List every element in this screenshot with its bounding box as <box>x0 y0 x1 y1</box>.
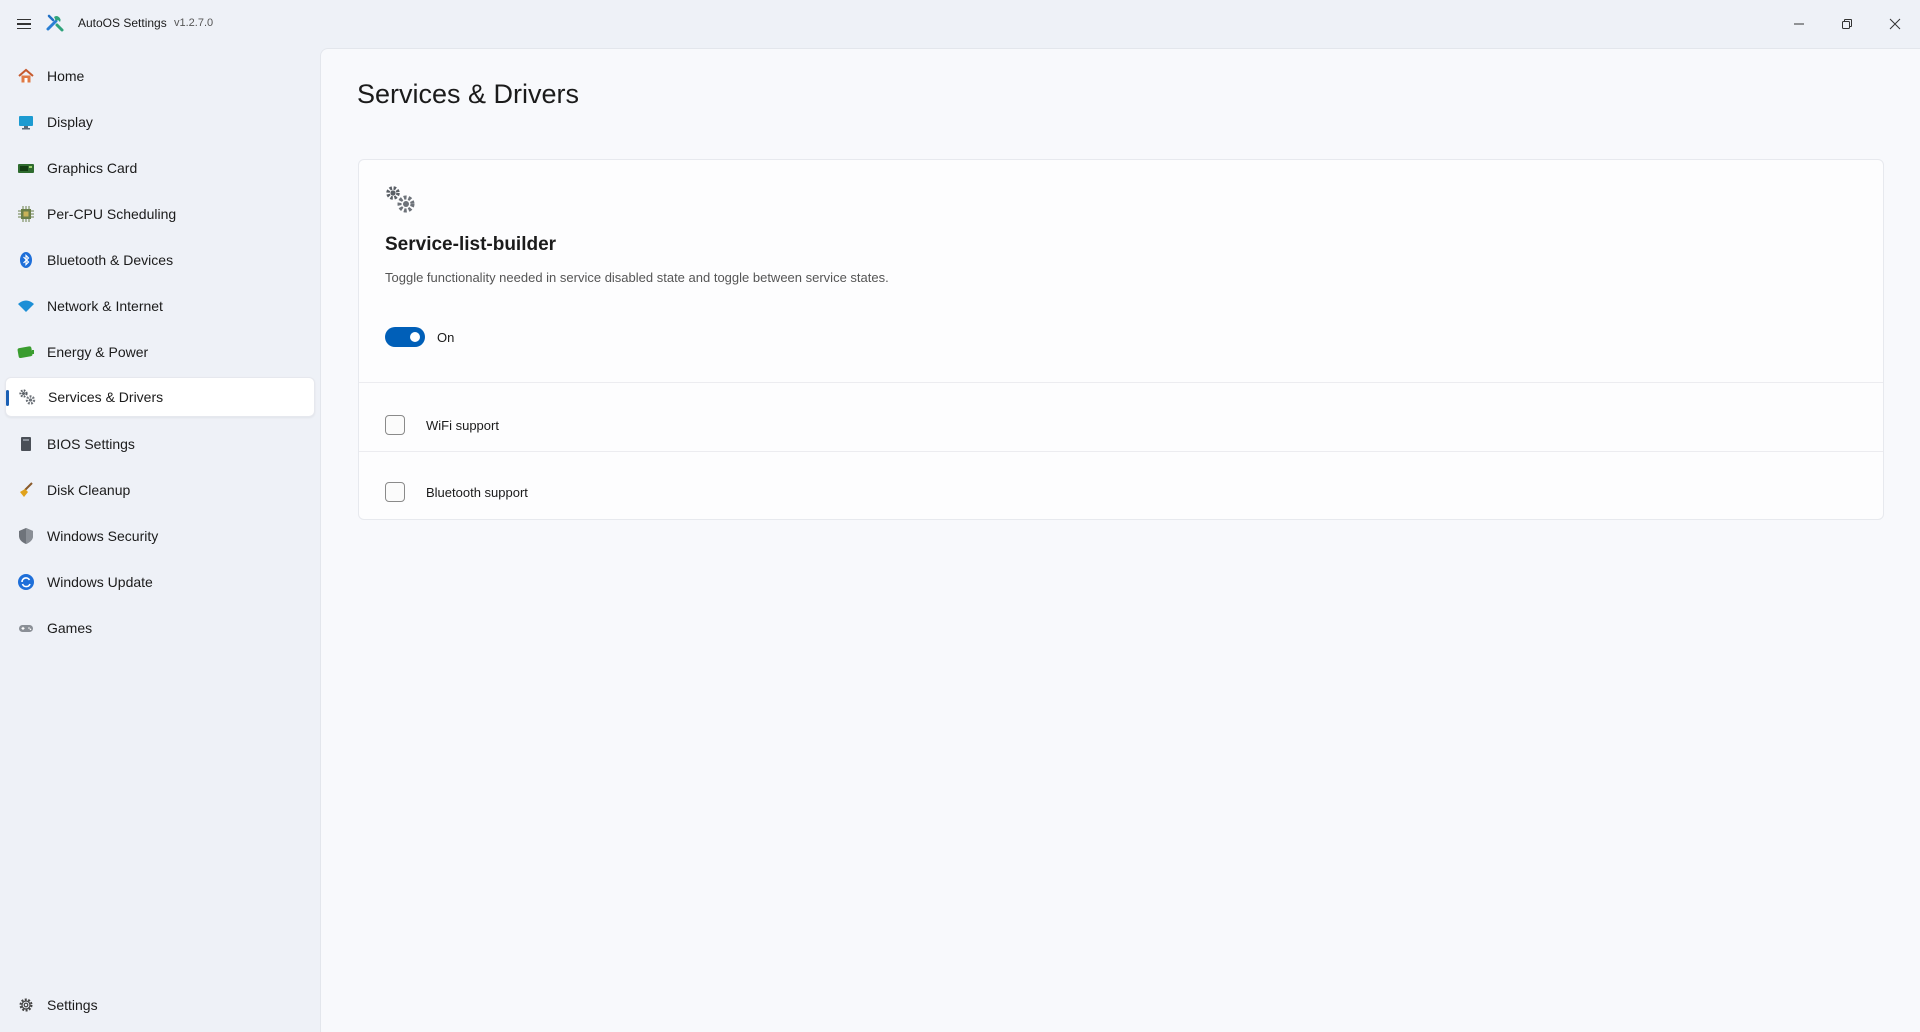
gears-icon <box>386 186 415 213</box>
sidebar-item-label: Network & Internet <box>47 298 163 314</box>
sidebar-item-energy-power[interactable]: Energy & Power <box>5 332 315 372</box>
graphics-card-icon <box>17 159 35 177</box>
close-button[interactable] <box>1871 0 1919 48</box>
bluetooth-support-label[interactable]: Bluetooth support <box>426 485 528 500</box>
display-icon <box>17 113 35 131</box>
card-title: Service-list-builder <box>385 234 557 255</box>
sidebar-item-bluetooth-devices[interactable]: Bluetooth & Devices <box>5 240 315 280</box>
app-title: AutoOS Settings <box>78 16 167 30</box>
sidebar-item-games[interactable]: Games <box>5 608 315 648</box>
restore-button[interactable] <box>1823 0 1871 48</box>
gears-icon <box>18 388 36 406</box>
sidebar-item-label: Services & Drivers <box>48 389 164 405</box>
sidebar-item-label: Settings <box>47 997 98 1013</box>
sidebar-item-label: Games <box>47 620 93 636</box>
sidebar-item-services-drivers[interactable]: Services & Drivers <box>5 377 315 417</box>
minimize-icon <box>1794 23 1804 25</box>
service-list-builder-card: Service-list-builder Toggle functionalit… <box>358 159 1884 520</box>
service-list-builder-toggle[interactable] <box>385 327 425 347</box>
title-bar: AutoOS Settings v1.2.7.0 <box>0 0 1920 48</box>
restore-icon <box>1842 19 1852 29</box>
bluetooth-icon <box>17 251 35 269</box>
sidebar-item-graphics-card[interactable]: Graphics Card <box>5 148 315 188</box>
app-logo-icon <box>46 14 64 32</box>
active-indicator <box>6 390 9 406</box>
wifi-support-label[interactable]: WiFi support <box>426 418 499 433</box>
sidebar-item-label: Windows Update <box>47 574 153 590</box>
sidebar-item-windows-update[interactable]: Windows Update <box>5 562 315 602</box>
sidebar-item-settings[interactable]: Settings <box>5 985 315 1025</box>
close-icon <box>1889 18 1901 30</box>
sidebar-item-label: Bluetooth & Devices <box>47 252 174 268</box>
card-description: Toggle functionality needed in service d… <box>385 270 889 285</box>
sidebar-item-label: Home <box>47 68 85 84</box>
app-version: v1.2.7.0 <box>174 17 214 29</box>
gear-icon <box>17 996 35 1014</box>
sidebar-item-home[interactable]: Home <box>5 56 315 96</box>
gamepad-icon <box>17 619 35 637</box>
page-title: Services & Drivers <box>357 79 580 109</box>
sidebar-item-label: Per-CPU Scheduling <box>47 206 177 222</box>
sidebar-item-label: Energy & Power <box>47 344 149 360</box>
sidebar-item-network-internet[interactable]: Network & Internet <box>5 286 315 326</box>
sidebar-item-label: BIOS Settings <box>47 436 135 452</box>
sidebar-item-windows-security[interactable]: Windows Security <box>5 516 315 556</box>
sidebar-item-bios-settings[interactable]: BIOS Settings <box>5 424 315 464</box>
sidebar-item-per-cpu-scheduling[interactable]: Per-CPU Scheduling <box>5 194 315 234</box>
sidebar-item-label: Disk Cleanup <box>47 482 131 498</box>
toggle-state-label: On <box>437 330 455 345</box>
wifi-icon <box>17 297 35 315</box>
bios-icon <box>17 435 35 453</box>
sidebar-item-disk-cleanup[interactable]: Disk Cleanup <box>5 470 315 510</box>
sidebar-item-display[interactable]: Display <box>5 102 315 142</box>
home-icon <box>17 67 35 85</box>
sidebar: Home Display Graphics Card Per-CPU Sched… <box>0 48 320 1032</box>
cpu-icon <box>17 205 35 223</box>
bluetooth-support-checkbox[interactable] <box>385 482 405 502</box>
update-icon <box>17 573 35 591</box>
sidebar-item-label: Windows Security <box>47 528 159 544</box>
toggle-knob <box>410 332 420 342</box>
hamburger-menu-icon[interactable] <box>12 12 36 36</box>
minimize-button[interactable] <box>1775 0 1823 48</box>
shield-icon <box>17 527 35 545</box>
sidebar-item-label: Display <box>47 114 93 130</box>
wifi-support-checkbox[interactable] <box>385 415 405 435</box>
divider <box>359 382 1883 383</box>
sidebar-item-label: Graphics Card <box>47 160 138 176</box>
main-content: Services & Drivers Service-list-builder … <box>320 48 1920 1032</box>
divider <box>359 451 1883 452</box>
broom-icon <box>17 481 35 499</box>
battery-icon <box>17 343 35 361</box>
